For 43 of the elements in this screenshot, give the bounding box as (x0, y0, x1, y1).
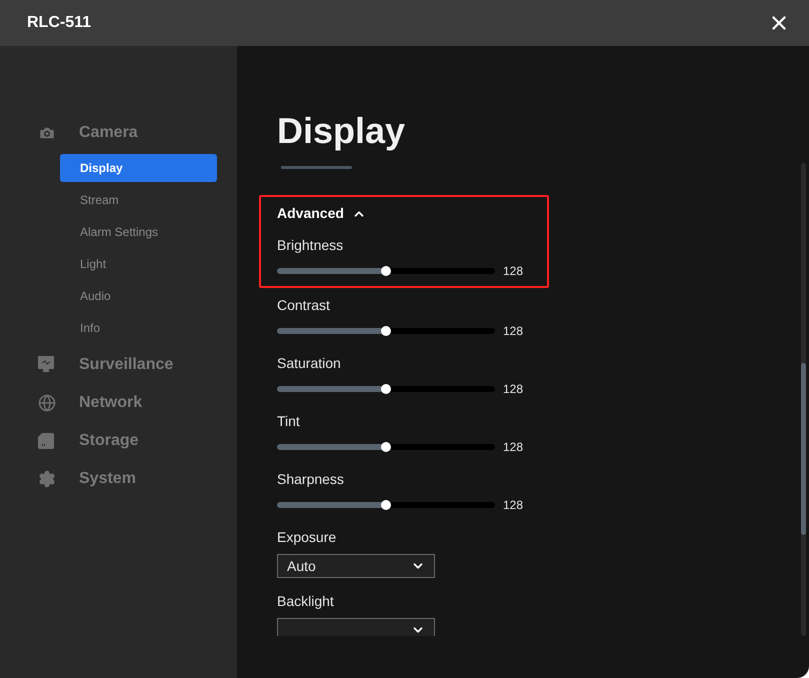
window-title: RLC-511 (27, 13, 92, 33)
globe-icon (38, 394, 56, 412)
slider-track[interactable] (277, 268, 495, 274)
select-field[interactable]: Auto (277, 554, 435, 578)
sidebar-item[interactable]: Alarm Settings (60, 218, 217, 246)
monitor-icon (38, 356, 54, 374)
sidebar-section[interactable]: Camera (79, 121, 138, 145)
setting-label: Exposure (277, 528, 338, 546)
slider-track[interactable] (277, 386, 495, 392)
slider-thumb[interactable] (381, 326, 391, 336)
settings-icon (38, 470, 56, 488)
slider-value: 128 (503, 263, 524, 280)
setting-label: Brightness (277, 236, 344, 254)
sidebar-item[interactable]: Display (60, 154, 217, 182)
storage-card-icon (38, 433, 54, 449)
slider-thumb[interactable] (381, 500, 391, 510)
select-field[interactable] (277, 618, 435, 636)
slider-thumb[interactable] (381, 442, 391, 452)
slider-track[interactable] (277, 328, 495, 334)
setting-label: Backlight (277, 592, 335, 610)
sidebar-section[interactable]: Storage (79, 429, 139, 453)
sidebar-item[interactable]: Audio (60, 282, 217, 310)
sidebar-item[interactable]: Info (60, 314, 217, 342)
slider-thumb[interactable] (381, 266, 391, 276)
slider-value: 128 (503, 381, 524, 398)
sidebar-section[interactable]: System (79, 467, 136, 491)
slider-value: 128 (503, 439, 524, 456)
slider-track[interactable] (277, 444, 495, 450)
setting-label: Sharpness (277, 470, 345, 488)
page-title: Display (277, 110, 406, 152)
slider-track[interactable] (277, 502, 495, 508)
sidebar-item[interactable]: Light (60, 250, 217, 278)
scrollbar-thumb[interactable] (801, 363, 806, 535)
advanced-toggle[interactable]: Advanced (277, 203, 344, 224)
sidebar-item[interactable]: Stream (60, 186, 217, 214)
slider-thumb[interactable] (381, 384, 391, 394)
slider-value: 128 (503, 323, 524, 340)
setting-label: Saturation (277, 354, 342, 372)
setting-label: Tint (277, 412, 301, 430)
setting-label: Contrast (277, 296, 331, 314)
slider-value: 128 (503, 497, 524, 514)
sidebar-section[interactable]: Surveillance (79, 353, 174, 377)
sidebar-section[interactable]: Network (79, 391, 142, 415)
